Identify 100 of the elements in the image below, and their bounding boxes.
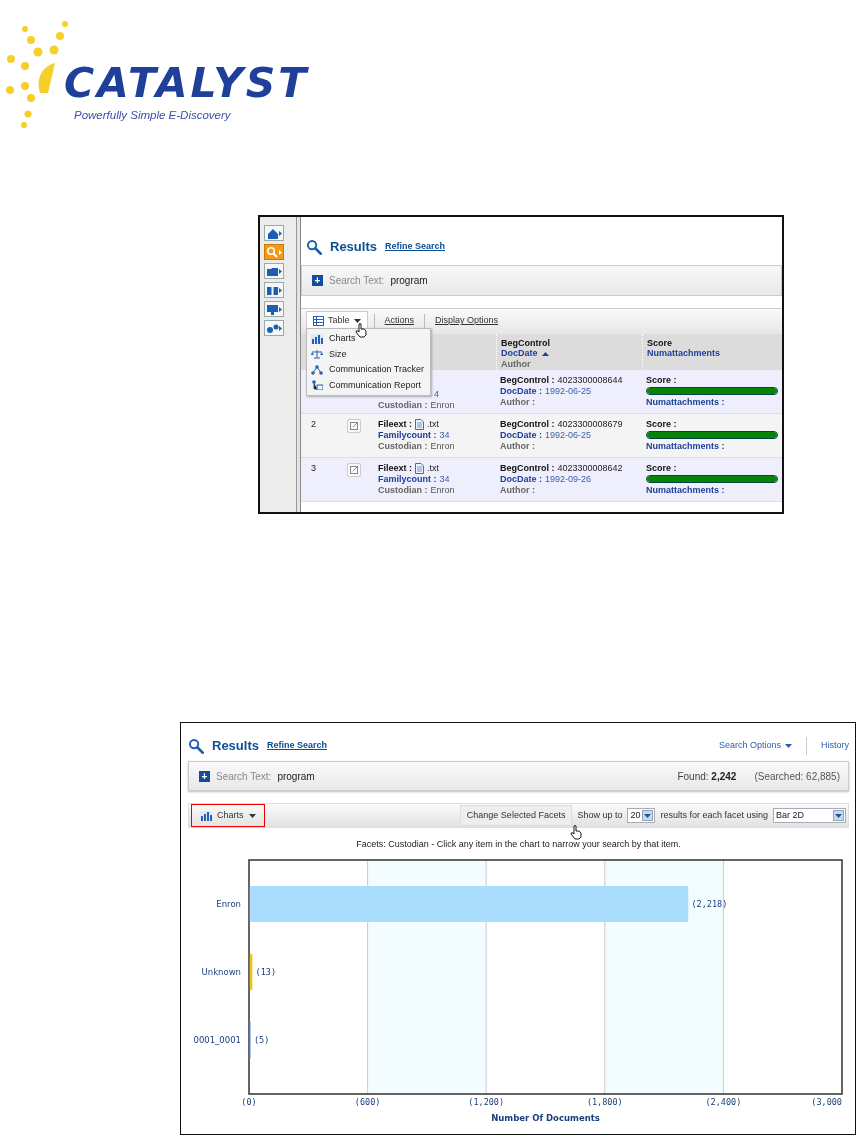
toolbar-menu[interactable]: Actions bbox=[380, 314, 419, 328]
field-label: Score : bbox=[646, 418, 678, 430]
field-label: Numattachments : bbox=[646, 396, 725, 408]
sidebar-button[interactable] bbox=[264, 301, 284, 317]
field-label: Custodian : bbox=[378, 441, 428, 453]
field-label: Numattachments : bbox=[646, 440, 725, 452]
field-label: Familycount : bbox=[378, 473, 437, 485]
logo-wordmark: CATALYST bbox=[64, 63, 310, 104]
tick-label: (1,200) bbox=[468, 1096, 505, 1107]
field-label: Score : bbox=[646, 374, 678, 386]
expand-button[interactable]: + bbox=[199, 770, 210, 782]
column-header[interactable]: BegControl bbox=[501, 337, 550, 348]
row-number: 2 bbox=[311, 418, 316, 429]
field-label: Familycount : bbox=[378, 429, 437, 441]
bar[interactable] bbox=[249, 953, 253, 990]
field-value: 1992-09-26 bbox=[545, 473, 592, 485]
home-icon bbox=[266, 226, 279, 240]
category-label[interactable]: 0001_0001 bbox=[193, 1034, 241, 1045]
arrow-icon bbox=[279, 249, 282, 255]
tick-label: (0) bbox=[241, 1096, 257, 1107]
refine-search-link[interactable]: Refine Search bbox=[384, 240, 445, 254]
open-document-button[interactable] bbox=[347, 462, 361, 477]
expand-button[interactable]: + bbox=[312, 274, 323, 286]
document-icon bbox=[415, 418, 424, 430]
axis-title: Number Of Documents bbox=[491, 1112, 600, 1123]
charts-view-button[interactable]: Charts bbox=[191, 804, 265, 827]
field-value: 34 bbox=[439, 473, 450, 485]
change-facets-button[interactable]: Change Selected Facets bbox=[459, 804, 573, 827]
sidebar-button[interactable] bbox=[264, 282, 284, 298]
menu-item[interactable]: Communication Report bbox=[307, 377, 430, 393]
external-link-icon bbox=[350, 465, 358, 474]
search-icon bbox=[188, 738, 204, 754]
field-label: Author : bbox=[500, 397, 535, 409]
caret-icon bbox=[785, 744, 792, 748]
row-number: 3 bbox=[311, 462, 316, 473]
menu-item[interactable]: Communication Tracker bbox=[307, 362, 430, 378]
field-label: Fileext : bbox=[378, 418, 412, 430]
field-label: Score : bbox=[646, 462, 678, 474]
arrow-icon bbox=[279, 325, 282, 331]
caret-icon bbox=[353, 319, 361, 323]
field-label: Author : bbox=[500, 485, 535, 497]
menu-item[interactable]: Charts bbox=[307, 331, 430, 347]
external-link-icon bbox=[350, 421, 358, 430]
open-document-button[interactable] bbox=[347, 418, 361, 433]
field-value: Enron bbox=[430, 485, 455, 497]
tick-label: (3,000 bbox=[811, 1096, 842, 1107]
field-value: Enron bbox=[430, 441, 455, 453]
history-link[interactable]: History bbox=[821, 739, 849, 753]
value-label: (13) bbox=[255, 966, 277, 977]
field-label: Custodian : bbox=[378, 399, 428, 411]
bar-chart-icon bbox=[311, 333, 323, 344]
refine-search-link[interactable]: Refine Search bbox=[266, 739, 327, 753]
field-value: 1992-06-25 bbox=[545, 429, 592, 441]
count-select[interactable]: 20 bbox=[627, 808, 656, 823]
menu-item[interactable]: Size bbox=[307, 346, 430, 362]
field-label: DocDate : bbox=[500, 429, 542, 441]
field-value: 4 bbox=[434, 388, 439, 400]
field-label: Fileext : bbox=[378, 462, 412, 474]
search-options-menu[interactable]: Search Options bbox=[718, 739, 792, 753]
dropdown-arrow-icon bbox=[644, 813, 652, 818]
sidebar-button[interactable] bbox=[264, 263, 284, 279]
sidebar-button[interactable] bbox=[264, 320, 284, 336]
network-icon bbox=[311, 364, 323, 375]
tick-label: (2,400) bbox=[705, 1096, 742, 1107]
field-label: Numattachments : bbox=[646, 484, 725, 496]
field-value: .txt bbox=[427, 462, 440, 474]
category-label[interactable]: Unknown bbox=[201, 966, 241, 977]
scale-icon bbox=[311, 349, 323, 360]
tick-label: (1,800) bbox=[586, 1096, 623, 1107]
field-value: 4023300008642 bbox=[557, 462, 623, 474]
found-label: Found: bbox=[677, 770, 709, 782]
facet-using-label: results for each facet using bbox=[660, 808, 768, 822]
search-icon bbox=[266, 245, 279, 259]
value-label: (5) bbox=[254, 1034, 270, 1045]
column-header[interactable]: Numattachments bbox=[647, 348, 720, 359]
sidebar-button[interactable] bbox=[264, 244, 284, 260]
field-value: Enron bbox=[430, 399, 455, 411]
arrow-icon bbox=[279, 230, 282, 236]
field-value: 4023300008679 bbox=[557, 418, 623, 430]
chart-type-select[interactable]: Bar 2D bbox=[773, 808, 846, 823]
field-label: DocDate : bbox=[500, 473, 542, 485]
show-up-to-label: Show up to bbox=[577, 808, 623, 822]
value-label: (2,218) bbox=[691, 898, 728, 909]
category-label[interactable]: Enron bbox=[216, 898, 241, 909]
page-title: Results bbox=[330, 238, 377, 256]
page-title: Results bbox=[212, 737, 259, 756]
search-text-value: program bbox=[390, 273, 428, 288]
sidebar-button[interactable] bbox=[264, 225, 284, 241]
field-label: Author : bbox=[500, 441, 535, 453]
table-icon bbox=[313, 316, 324, 326]
logo-tagline: Powerfully Simple E-Discovery bbox=[74, 108, 231, 123]
hand-cursor-icon bbox=[570, 825, 582, 840]
column-header[interactable]: Score bbox=[647, 337, 672, 348]
field-value: 34 bbox=[439, 429, 450, 441]
field-label: BegControl : bbox=[500, 462, 555, 474]
column-header[interactable]: DocDate bbox=[501, 348, 538, 360]
toolbar-menu[interactable]: Display Options bbox=[431, 314, 503, 328]
column-header[interactable]: Author bbox=[501, 359, 531, 370]
tick-label: (600) bbox=[354, 1096, 381, 1107]
caret-icon bbox=[248, 813, 256, 818]
